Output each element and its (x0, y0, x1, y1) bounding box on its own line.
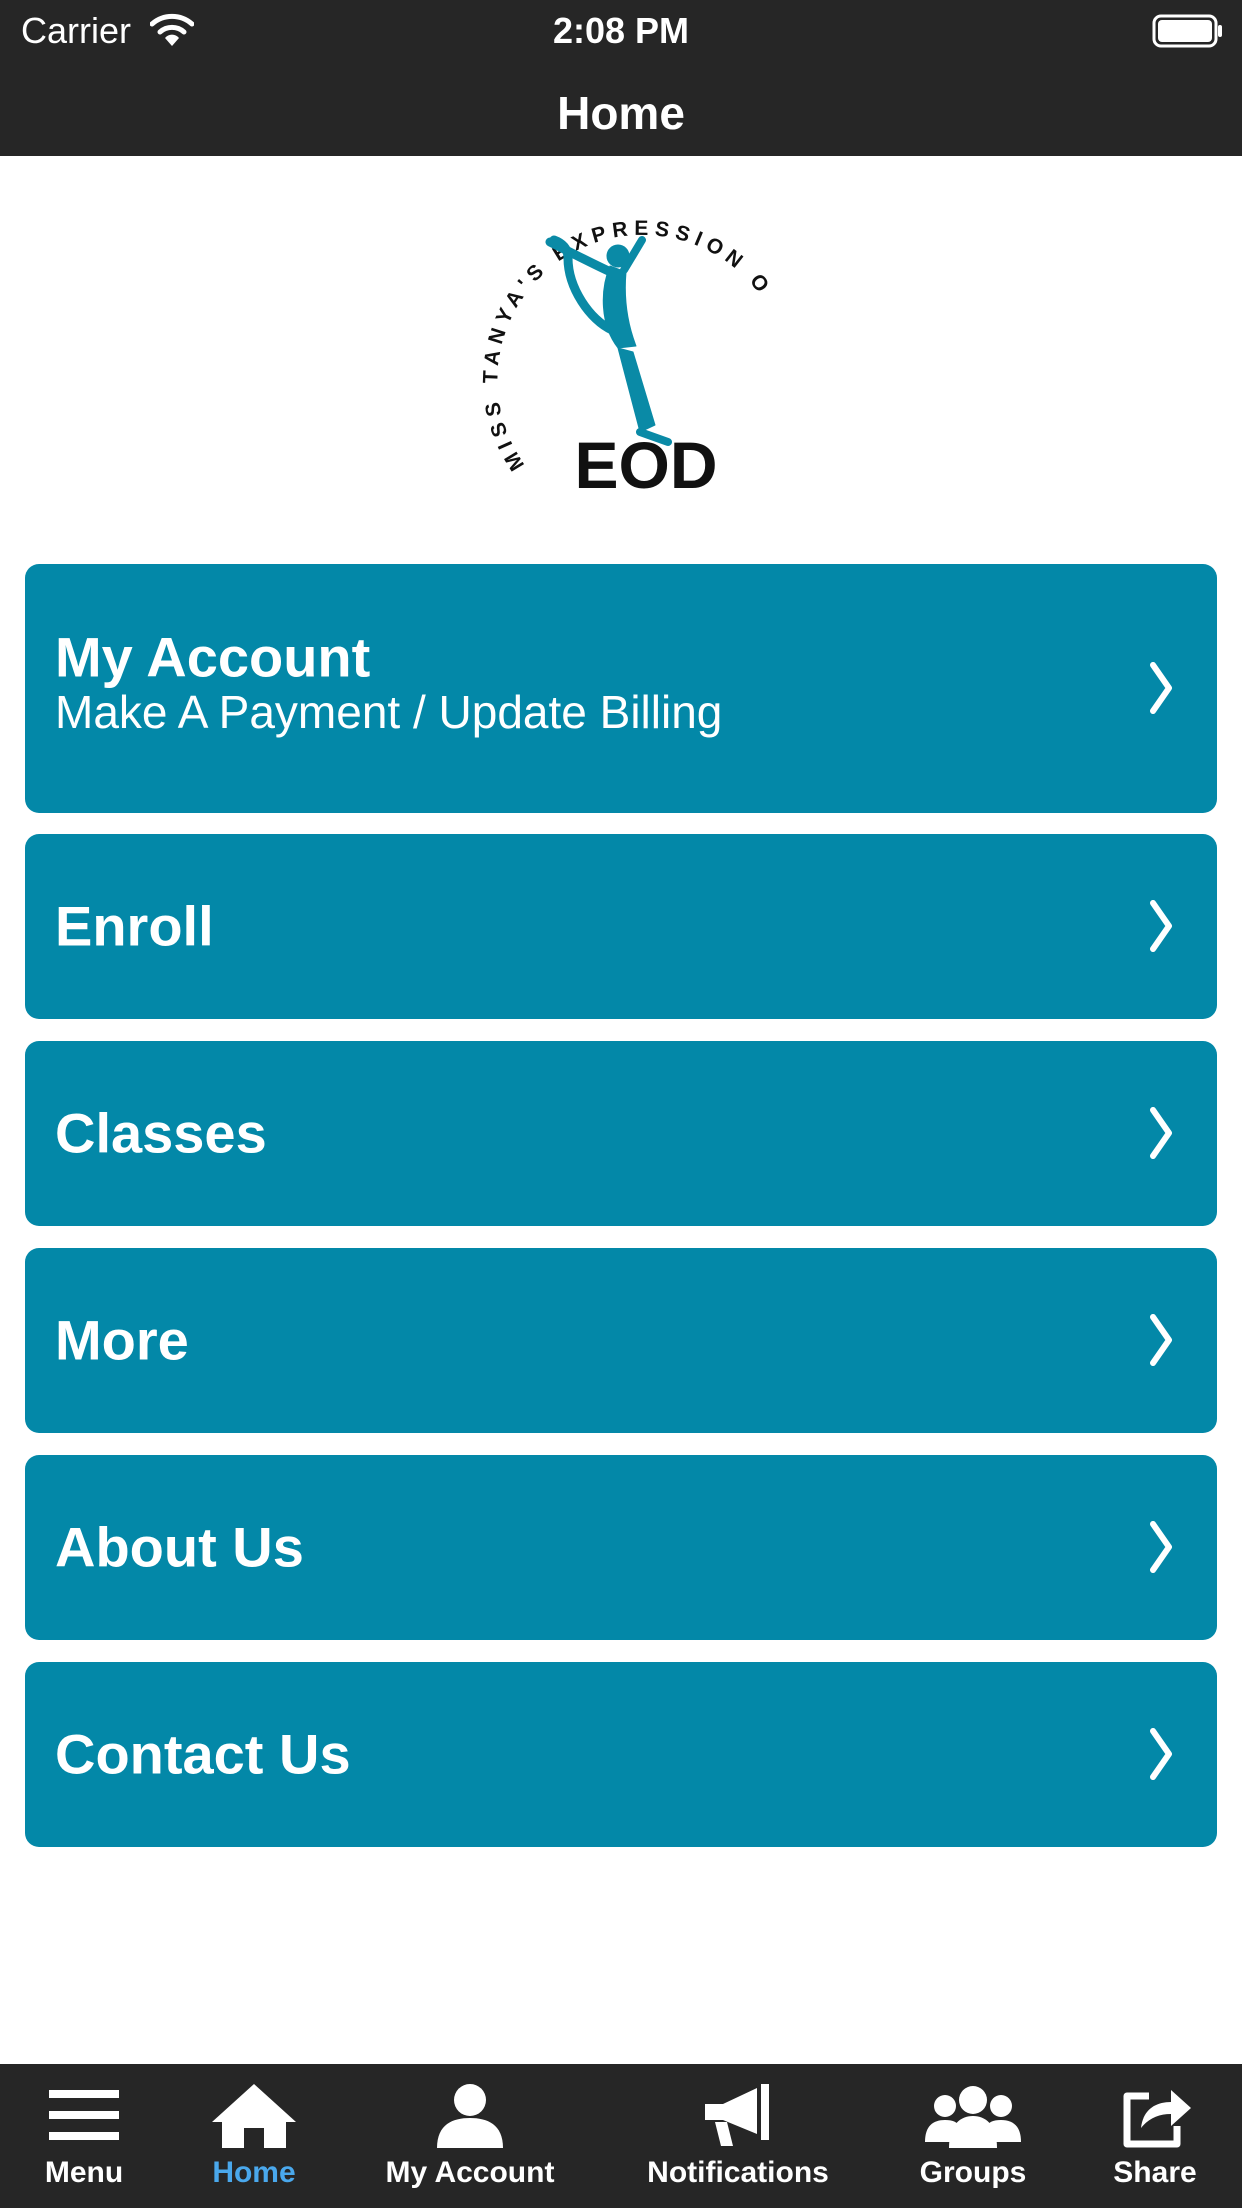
tab-label: Home (212, 2156, 296, 2189)
card-subtitle: Make A Payment / Update Billing (55, 686, 723, 738)
hamburger-menu-icon (49, 2090, 119, 2140)
dancer-silhouette-icon (545, 235, 672, 446)
tab-my-account[interactable]: My Account (370, 2064, 570, 2208)
tab-label: Notifications (647, 2156, 829, 2189)
battery-icon (1152, 14, 1222, 48)
tab-home[interactable]: Home (174, 2064, 334, 2208)
tab-label: Groups (919, 2156, 1027, 2189)
chevron-right-icon (1150, 1314, 1172, 1366)
tab-share[interactable]: Share (1075, 2064, 1235, 2208)
group-icon (925, 2086, 1021, 2148)
tab-groups[interactable]: Groups (893, 2064, 1053, 2208)
more-card[interactable]: More (25, 1248, 1217, 1433)
logo-initials: EOD (574, 428, 717, 502)
card-title: Enroll (55, 894, 214, 958)
page-title: Home (557, 87, 685, 139)
tab-label: My Account (385, 2156, 555, 2189)
chevron-right-icon (1150, 662, 1172, 714)
eod-logo: MISS TANYA'S EXPRESSION OF DANCE EOD (450, 180, 771, 502)
chevron-right-icon (1150, 1521, 1172, 1573)
chevron-right-icon (1150, 1728, 1172, 1780)
contact-us-card[interactable]: Contact Us (25, 1662, 1217, 1847)
classes-card[interactable]: Classes (25, 1041, 1217, 1226)
tab-label: Menu (44, 2156, 124, 2189)
bottom-tab-bar: Menu Home My Account Notifications Group… (0, 2064, 1242, 2208)
share-icon (1123, 2090, 1191, 2148)
megaphone-icon (705, 2084, 769, 2146)
tab-label: Share (1113, 2156, 1197, 2189)
tab-notifications[interactable]: Notifications (630, 2064, 846, 2208)
card-title: Contact Us (55, 1722, 351, 1786)
nav-bar: Home (0, 62, 1242, 156)
home-icon (212, 2084, 296, 2148)
card-title: My Account (55, 625, 371, 689)
chevron-right-icon (1150, 900, 1172, 952)
card-title: Classes (55, 1101, 267, 1165)
my-account-card[interactable]: My Account Make A Payment / Update Billi… (25, 564, 1217, 813)
user-icon (437, 2084, 503, 2148)
chevron-right-icon (1150, 1107, 1172, 1159)
tab-menu[interactable]: Menu (4, 2064, 164, 2208)
about-us-card[interactable]: About Us (25, 1455, 1217, 1640)
card-title: More (55, 1308, 189, 1372)
enroll-card[interactable]: Enroll (25, 834, 1217, 1019)
status-bar: Carrier 2:08 PM (0, 0, 1242, 62)
status-clock: 2:08 PM (552, 10, 690, 51)
card-title: About Us (55, 1515, 304, 1579)
